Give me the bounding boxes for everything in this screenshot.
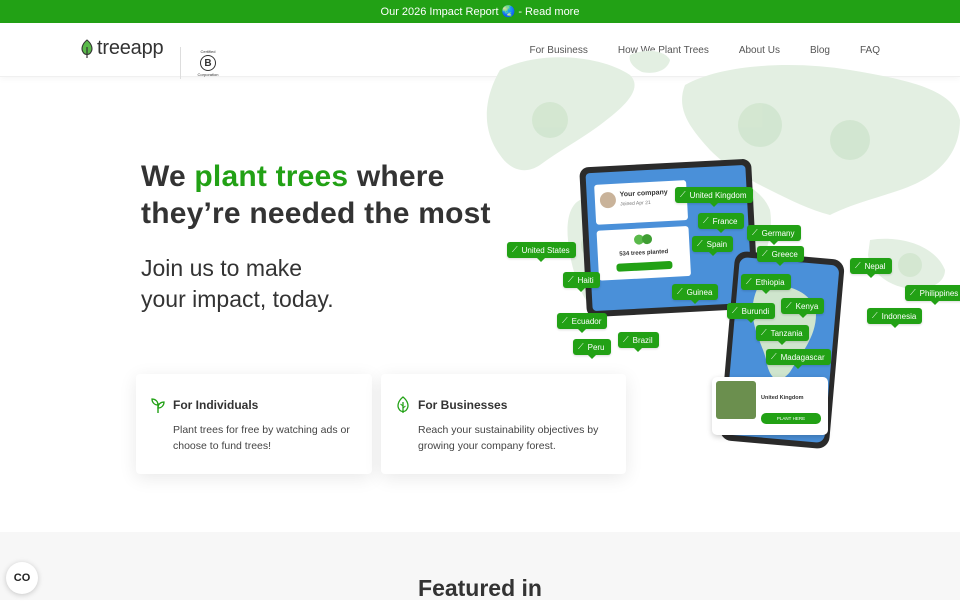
company-panel: Your company Joined Apr 21 [594, 180, 689, 225]
pin-icon: ⟋ [512, 245, 518, 254]
tree-logo-icon [81, 38, 93, 58]
sprout-icon [151, 398, 165, 413]
pin-icon: ⟋ [786, 301, 792, 310]
pin-label: Nepal [864, 261, 886, 271]
map-pin-burundi[interactable]: ⟋ Burundi [727, 303, 776, 323]
map-pin-greece[interactable]: ⟋ Greece [757, 246, 804, 266]
map-pin-united-kingdom[interactable]: ⟋ United Kingdom [675, 187, 753, 207]
pin-icon: ⟋ [703, 216, 709, 225]
pin-label: United Kingdom [689, 190, 747, 200]
pin-label: United States [521, 245, 570, 255]
bcorp-certified-text: Certified [200, 49, 216, 54]
bcorp-corporation-text: Corporation [197, 72, 219, 77]
hero-headline: We plant trees where they’re needed the … [141, 158, 491, 232]
cookie-settings-button[interactable]: CO [6, 562, 38, 594]
pin-label: Germany [761, 228, 795, 238]
pin-icon: ⟋ [762, 249, 768, 258]
pin-icon: ⟋ [732, 306, 738, 315]
pin-icon: ⟋ [752, 228, 758, 237]
pin-label: France [712, 216, 738, 226]
plant-here-button: PLANT HERE [761, 413, 821, 424]
pin-label: Philippines [919, 288, 959, 298]
leaf-icon [397, 396, 409, 413]
location-photo [716, 381, 756, 419]
card-description: Reach your sustainability objectives by … [418, 424, 599, 452]
pin-icon: ⟋ [771, 352, 777, 361]
avatar [599, 191, 617, 209]
bcorp-badge: Certified B Corporation [197, 49, 219, 83]
treeapp-logo[interactable]: treeapp Certified B Corporation [80, 37, 218, 79]
map-pin-tanzania[interactable]: ⟋ Tanzania [756, 325, 809, 345]
logo-divider [180, 47, 181, 79]
headline-pre: We [141, 160, 195, 193]
map-pin-guinea[interactable]: ⟋ Guinea [672, 284, 719, 304]
cookie-icon: CO [13, 572, 31, 584]
map-pin-nepal[interactable]: ⟋ Nepal [850, 258, 892, 278]
pin-label: Peru [587, 342, 605, 352]
pin-label: Brazil [632, 335, 653, 345]
pin-icon: ⟋ [910, 288, 916, 297]
card-for-businesses[interactable]: For Businesses Reach your sustainability… [381, 374, 626, 474]
headline-highlight: plant trees [194, 160, 349, 193]
pin-icon: ⟋ [677, 287, 683, 296]
hero-subheading: Join us to make your impact, today. [141, 253, 334, 315]
trees-planted-count: 534 trees planted [619, 249, 669, 258]
pin-icon: ⟋ [872, 311, 878, 320]
map-pin-philippines[interactable]: ⟋ Philippines [905, 285, 960, 305]
pin-icon: ⟋ [562, 316, 568, 325]
map-pin-france[interactable]: ⟋ France [698, 213, 744, 233]
location-name: United Kingdom [761, 395, 804, 401]
company-joined: Joined Apr 21 [620, 199, 651, 208]
pin-label: Tanzania [770, 328, 803, 338]
pin-label: Madagascar [780, 352, 825, 362]
pin-label: Guinea [686, 287, 713, 297]
pin-label: Greece [771, 249, 798, 259]
featured-title: Featured in [418, 575, 542, 601]
pin-icon: ⟋ [855, 261, 861, 270]
impact-report-banner[interactable]: Our 2026 Impact Report 🌏 - Read more [0, 0, 960, 23]
headline-line-2: they’re needed the most [141, 197, 491, 230]
pin-label: Indonesia [881, 311, 917, 321]
pin-icon: ⟋ [578, 342, 584, 351]
map-pin-peru[interactable]: ⟋ Peru [573, 339, 611, 359]
pin-label: Kenya [795, 301, 819, 311]
featured-section: Featured in [0, 532, 960, 601]
pin-label: Ethiopia [755, 277, 785, 287]
pin-label: Spain [706, 239, 728, 249]
pin-icon: ⟋ [568, 275, 574, 284]
pin-icon: ⟋ [697, 239, 703, 248]
company-name: Your company [619, 189, 668, 199]
subhead-line-1: Join us to make [141, 255, 303, 281]
map-pin-brazil[interactable]: ⟋ Brazil [618, 332, 659, 352]
map-pin-united-states[interactable]: ⟋ United States [507, 242, 576, 262]
bcorp-b-icon: B [200, 55, 216, 71]
logo-wordmark: treeapp [97, 37, 164, 59]
trees-panel: 534 trees planted [596, 225, 692, 281]
map-pin-ethiopia[interactable]: ⟋ Ethiopia [741, 274, 791, 294]
card-description: Plant trees for free by watching ads or … [173, 424, 350, 452]
map-pin-madagascar[interactable]: ⟋ Madagascar [766, 349, 831, 369]
map-pin-spain[interactable]: ⟋ Spain [692, 236, 734, 256]
pin-icon: ⟋ [746, 277, 752, 286]
card-for-individuals[interactable]: For Individuals Plant trees for free by … [136, 374, 372, 474]
map-pin-ecuador[interactable]: ⟋ Ecuador [557, 313, 608, 333]
pin-label: Haiti [577, 275, 594, 285]
headline-post: where [348, 160, 445, 193]
map-pin-germany[interactable]: ⟋ Germany [747, 225, 801, 245]
banner-text[interactable]: Our 2026 Impact Report 🌏 - Read more [381, 5, 580, 18]
pin-icon: ⟋ [623, 335, 629, 344]
pin-icon: ⟋ [680, 190, 686, 199]
tablet-action-button [616, 260, 673, 272]
pin-icon: ⟋ [761, 328, 767, 337]
trees-icon [634, 234, 653, 245]
map-pin-haiti[interactable]: ⟋ Haiti [563, 272, 600, 292]
card-title: For Individuals [173, 398, 259, 412]
map-pin-indonesia[interactable]: ⟋ Indonesia [867, 308, 923, 328]
card-title: For Businesses [418, 398, 508, 412]
subhead-line-2: your impact, today. [141, 286, 334, 312]
map-pin-kenya[interactable]: ⟋ Kenya [781, 298, 825, 318]
phone-location-card: United Kingdom PLANT HERE [712, 377, 828, 435]
pin-label: Burundi [741, 306, 770, 316]
pin-label: Ecuador [571, 316, 602, 326]
